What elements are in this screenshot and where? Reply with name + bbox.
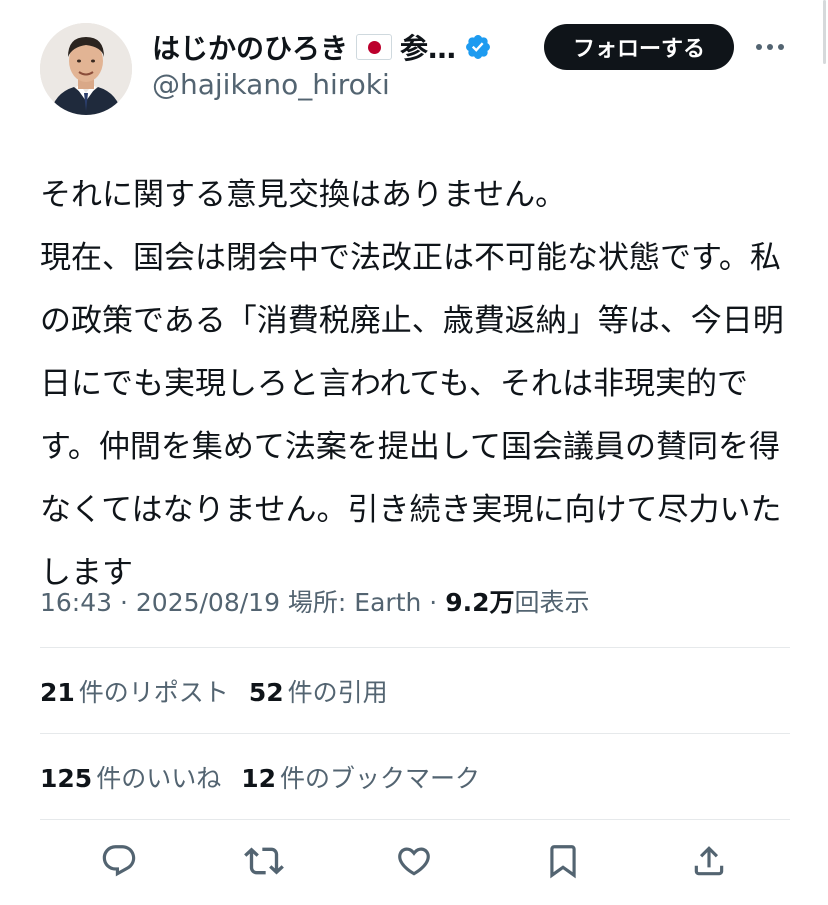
reposts-stat[interactable]: 21 件のリポスト: [40, 673, 229, 709]
reposts-count: 21: [40, 678, 75, 707]
tweet-text: それに関する意見交換はありません。 現在、国会は閉会中で法改正は不可能な状態です…: [40, 177, 784, 591]
bookmarks-stat[interactable]: 12 件のブックマーク: [241, 759, 480, 795]
like-icon: [398, 847, 430, 876]
divider: [40, 819, 790, 820]
divider: [40, 647, 790, 648]
author-display-name[interactable]: はじかのひろき: [152, 27, 348, 67]
tweet-metadata: 16:43 · 2025/08/19 場所: Earth · 9.2万 回表示: [40, 583, 590, 619]
more-options-button[interactable]: [750, 30, 790, 64]
reposts-label: 件のリポスト: [78, 678, 229, 707]
author-name-truncated[interactable]: 参…: [400, 27, 456, 67]
author-name-row[interactable]: はじかのひろき 参…: [152, 26, 492, 68]
reply-button[interactable]: [96, 838, 142, 884]
likes-count: 125: [40, 764, 93, 793]
likes-stat[interactable]: 125 件のいいね: [40, 759, 221, 795]
tweet-time[interactable]: 16:43: [40, 588, 112, 617]
follow-button[interactable]: フォローする: [544, 24, 734, 70]
quotes-stat[interactable]: 52 件の引用: [249, 673, 388, 709]
bookmarks-label: 件のブックマーク: [280, 764, 481, 793]
stats-row-reposts: 21 件のリポスト 52 件の引用: [40, 673, 408, 709]
avatar-photo: [40, 23, 132, 115]
author-avatar[interactable]: [40, 23, 132, 115]
more-horizontal-icon: [756, 44, 784, 50]
share-icon: [694, 846, 724, 876]
tweet-header: はじかのひろき 参… @hajikano_hiroki フォローする: [0, 0, 828, 130]
share-button[interactable]: [686, 838, 732, 884]
scrollbar[interactable]: [823, 0, 826, 64]
like-button[interactable]: [391, 838, 437, 884]
repost-button[interactable]: [241, 838, 287, 884]
views-label: 回表示: [514, 588, 590, 617]
repost-icon: [244, 847, 284, 875]
stats-row-likes: 125 件のいいね 12 件のブックマーク: [40, 759, 500, 795]
japan-flag-icon: [356, 34, 393, 60]
bookmark-button[interactable]: [540, 838, 586, 884]
quotes-count: 52: [248, 678, 284, 707]
quotes-label: 件の引用: [287, 678, 388, 707]
bookmarks-count: 12: [241, 764, 276, 793]
bookmark-icon: [550, 845, 576, 879]
tweet-location: 場所: Earth: [279, 588, 422, 617]
divider: [40, 733, 790, 734]
author-handle[interactable]: @hajikano_hiroki: [152, 68, 390, 101]
reply-icon: [102, 845, 136, 877]
tweet-actions-bar: [0, 838, 828, 898]
views-count: 9.2万: [445, 588, 515, 617]
verified-badge-icon: [466, 35, 490, 59]
tweet-date[interactable]: 2025/08/19: [136, 588, 280, 617]
meta-separator: ·: [112, 588, 136, 617]
meta-separator: ·: [421, 588, 446, 617]
likes-label: 件のいいね: [96, 764, 222, 793]
